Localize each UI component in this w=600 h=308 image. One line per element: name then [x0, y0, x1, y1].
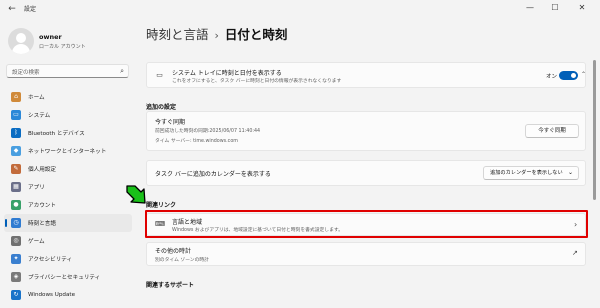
additional-settings-heading: 追加の設定: [146, 104, 177, 111]
tray-clock-toggle[interactable]: [559, 71, 578, 80]
accessibility-icon: ✦: [11, 254, 21, 264]
sidebar-item-label: アプリ: [28, 185, 45, 191]
apps-icon: ▦: [11, 182, 21, 192]
calendar-card: タスク バーに追加のカレンダーを表示する 追加のカレンダーを表示しない ⌄: [146, 160, 586, 186]
toggle-state-label: オン: [546, 74, 558, 80]
title-bar: ← 設定 — ☐ ✕: [0, 0, 600, 18]
chevron-up-icon[interactable]: ⌃: [581, 71, 586, 78]
personalization-icon: ✎: [11, 164, 21, 174]
page-title: 日付と時刻: [224, 27, 288, 42]
gaming-icon: ◎: [11, 236, 21, 246]
breadcrumb: 時刻と言語 › 日付と時刻: [146, 24, 287, 43]
search-placeholder: 設定の検索: [12, 70, 40, 76]
sidebar-item[interactable]: ᛒ Bluetooth とデバイス: [4, 124, 132, 142]
external-link-icon: ↗: [572, 249, 578, 257]
privacy-icon: ◈: [11, 272, 21, 282]
sidebar-item[interactable]: ✎ 個人用設定: [4, 160, 132, 178]
avatar: [8, 28, 34, 54]
sidebar-item-label: ネットワークとインターネット: [28, 149, 107, 155]
tray-clock-subtitle: これをオフにすると、タスク バーに時刻と日付の情報が表示されなくなります: [172, 79, 342, 84]
home-icon: ⌂: [11, 92, 21, 102]
sidebar-item-label: Bluetooth とデバイス: [28, 131, 85, 137]
sidebar-item[interactable]: ◆ ネットワークとインターネット: [4, 142, 132, 160]
other-clocks-card[interactable]: その他の時計 別のタイム ゾーンの時計 ↗: [146, 242, 586, 266]
sidebar: owner ローカル アカウント 設定の検索 ⌕ ⌂ ホーム ▭ システム ᛒ Bluet…: [0, 18, 135, 308]
breadcrumb-separator: ›: [214, 29, 219, 42]
other-clocks-subtitle: 別のタイム ゾーンの時計: [155, 258, 209, 263]
sidebar-item-label: 個人用設定: [28, 167, 56, 173]
breadcrumb-parent[interactable]: 時刻と言語: [146, 27, 209, 42]
sidebar-item[interactable]: ⌂ ホーム: [4, 88, 132, 106]
sidebar-item[interactable]: ✦ アクセシビリティ: [4, 250, 132, 268]
sidebar-item-label: プライバシーとセキュリティ: [28, 275, 101, 281]
sidebar-item-label: ホーム: [28, 95, 45, 101]
system-icon: ▭: [11, 110, 21, 120]
sync-now-button[interactable]: 今すぐ同期: [525, 124, 579, 138]
user-name: owner: [39, 33, 62, 41]
sidebar-item-label: 時刻と言語: [28, 221, 56, 227]
calendar-dropdown[interactable]: 追加のカレンダーを表示しない ⌄: [483, 166, 579, 180]
sync-now-title: 今すぐ同期: [155, 119, 186, 126]
windows-update-icon: ↻: [11, 290, 21, 300]
calendar-dropdown-value: 追加のカレンダーを表示しない: [490, 170, 563, 176]
minimize-button[interactable]: —: [520, 1, 540, 15]
time-language-icon: ◷: [11, 218, 21, 228]
sidebar-item[interactable]: ↻ Windows Update: [4, 286, 132, 304]
back-arrow-icon[interactable]: ←: [6, 3, 18, 15]
sidebar-item-label: アクセシビリティ: [28, 257, 73, 263]
bluetooth-icon: ᛒ: [11, 128, 21, 138]
sidebar-item[interactable]: ▦ アプリ: [4, 178, 132, 196]
maximize-button[interactable]: ☐: [545, 1, 565, 15]
related-support-heading: 関連するサポート: [146, 282, 195, 289]
tray-clock-card: ▭ システム トレイに時刻と日付を表示する これをオフにすると、タスク バーに時…: [146, 62, 586, 88]
sidebar-item[interactable]: ▭ システム: [4, 106, 132, 124]
scrollbar[interactable]: [593, 60, 596, 200]
sidebar-item-label: Windows Update: [28, 292, 76, 298]
settings-window: ← 設定 — ☐ ✕ owner ローカル アカウント 設定の検索 ⌕ ⌂ ホーム…: [0, 0, 600, 308]
account-type: ローカル アカウント: [39, 44, 86, 50]
close-button[interactable]: ✕: [572, 1, 592, 15]
calendar-title: タスク バーに追加のカレンダーを表示する: [155, 171, 271, 178]
main-content: 時刻と言語 › 日付と時刻 ▭ システム トレイに時刻と日付を表示する これをオフに…: [135, 18, 600, 308]
sync-now-card: 今すぐ同期 前回成功した時刻の同期:2025/06/07 11:40:44 タイ…: [146, 111, 586, 151]
app-title: 設定: [24, 6, 37, 13]
chevron-down-icon: ⌄: [567, 169, 573, 176]
search-icon: ⌕: [120, 67, 124, 75]
last-sync-text: 前回成功した時刻の同期:2025/06/07 11:40:44: [155, 129, 261, 134]
taskbar-clock-icon: ▭: [156, 71, 163, 79]
sidebar-item-label: アカウント: [28, 203, 56, 209]
accounts-icon: ●: [11, 200, 21, 210]
sidebar-item[interactable]: ◎ ゲーム: [4, 232, 132, 250]
sidebar-item[interactable]: ◷ 時刻と言語: [4, 214, 132, 232]
tray-clock-title: システム トレイに時刻と日付を表示する: [172, 70, 282, 77]
sidebar-item-label: システム: [28, 113, 51, 119]
sidebar-item[interactable]: ● アカウント: [4, 196, 132, 214]
sidebar-item[interactable]: ◈ プライバシーとセキュリティ: [4, 268, 132, 286]
search-input[interactable]: 設定の検索 ⌕: [6, 64, 129, 78]
sidebar-item-label: ゲーム: [28, 239, 45, 245]
pointer-arrow-icon: [126, 185, 146, 204]
network-icon: ◆: [11, 146, 21, 156]
highlight-box: [145, 210, 588, 238]
sidebar-nav: ⌂ ホーム ▭ システム ᛒ Bluetooth とデバイス ◆ ネットワークとインターネット…: [4, 88, 132, 304]
time-server-text: タイム サーバー: time.windows.com: [155, 139, 238, 144]
other-clocks-title: その他の時計: [155, 248, 192, 255]
user-profile[interactable]: owner ローカル アカウント: [8, 28, 133, 56]
